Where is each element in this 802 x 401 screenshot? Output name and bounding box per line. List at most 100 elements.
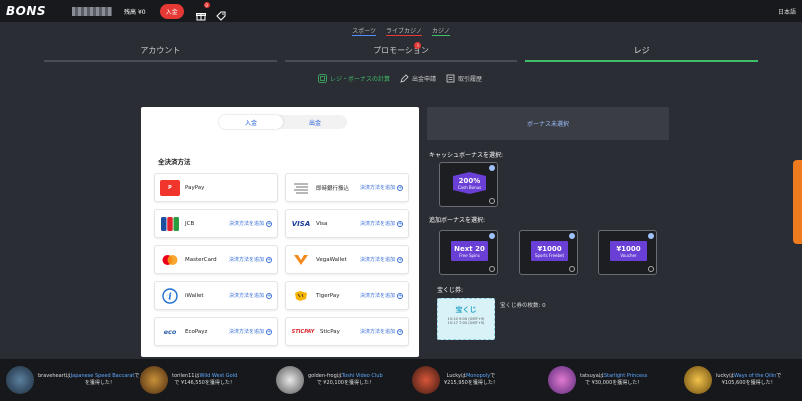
game-thumbnail (276, 366, 304, 394)
cash-bonus-card[interactable]: 200% Cash Bonus (439, 162, 498, 207)
plus-circle-icon: + (266, 220, 272, 227)
bonus-not-selected-bar[interactable]: ボーナス未選択 (427, 107, 669, 140)
add-method-label: 決済方法を追加 (228, 257, 264, 263)
add-method-label: 決済方法を追加 (228, 293, 264, 299)
logo[interactable]: BONS (6, 4, 46, 18)
bonus-type: Voucher (620, 252, 637, 258)
select-radio[interactable] (489, 266, 495, 272)
ticker-item[interactable]: LuckyはMonopolyで ¥215,950を獲得した！ (412, 359, 498, 401)
balance-value: ¥0 (137, 8, 146, 16)
bonus-amount: Next 20 (454, 244, 485, 253)
language-selector[interactable]: 日本語 (778, 7, 796, 16)
ticker-text: luckyはWays of the Qilinで ¥105,600を獲得した！ (716, 373, 782, 386)
tab-promotion[interactable]: プロモーション 0 (284, 40, 518, 62)
add-method-link[interactable]: 決済方法を追加 + (360, 328, 403, 335)
subtab-history[interactable]: 取引履歴 (446, 74, 482, 83)
add-method-link[interactable]: 決済方法を追加 + (229, 256, 272, 263)
select-radio[interactable] (569, 266, 575, 272)
method-name: TigerPay (316, 292, 340, 299)
add-method-link[interactable]: 決済方法を追加 + (229, 220, 272, 227)
payment-methods-grid: P PayPay 即時銀行振込 決済方法を追加 + JCB 決済方法を追加 + VI… (154, 173, 409, 346)
balance-label: 残高 (124, 8, 137, 16)
jcb-logo (160, 216, 180, 232)
iwallet-logo: i (160, 287, 180, 304)
bonus-type: Free Spins (459, 252, 480, 258)
tab-promotion-label: プロモーション (373, 46, 429, 55)
info-icon[interactable] (569, 233, 575, 239)
ticker-item[interactable]: luckyはWays of the Qilinで ¥105,600を獲得した！ (684, 359, 781, 401)
tag-icon[interactable] (215, 6, 226, 21)
bonus-type: Cash Bonus (457, 184, 482, 190)
method-vegawallet[interactable]: VegaWallet 決済方法を追加 + (285, 245, 409, 274)
method-jcb[interactable]: JCB 決済方法を追加 + (154, 209, 278, 238)
method-sticpay[interactable]: STICPAY SticPay 決済方法を追加 + (285, 317, 409, 346)
all-methods-heading: 全決済方法 (158, 158, 191, 166)
ticker-item[interactable]: braveheartはJapanese Speed Baccaratで ¥38,… (6, 359, 162, 401)
method-bank-transfer[interactable]: 即時銀行振込 決済方法を追加 + (285, 173, 409, 202)
plus-circle-icon: + (397, 220, 403, 227)
game-thumbnail (6, 366, 34, 394)
nav-casino[interactable]: カジノ (431, 26, 450, 36)
method-mastercard[interactable]: MasterCard 決済方法を追加 + (154, 245, 278, 274)
ticket-count-value: 0 (542, 303, 546, 309)
add-method-label: 決済方法を追加 (359, 329, 395, 335)
gift-badge: 0 (203, 2, 210, 8)
deposit-button[interactable]: 入金 (159, 3, 184, 19)
method-name: Visa (316, 220, 328, 227)
method-name: PayPay (185, 184, 205, 191)
sticpay-logo: STICPAY (291, 328, 315, 335)
bonus-amount: ¥1000 (537, 244, 562, 253)
bonus-amount: 200% (458, 176, 481, 185)
balance: 残高 ¥0 (124, 7, 146, 16)
method-tigerpay[interactable]: TigerPay 決済方法を追加 + (285, 281, 409, 310)
cash-bonus-label: キャッシュボーナスを選択: (429, 152, 504, 159)
add-method-link[interactable]: 決済方法を追加 + (229, 328, 272, 335)
plus-circle-icon: + (266, 292, 272, 299)
info-icon[interactable] (489, 233, 495, 239)
select-radio[interactable] (648, 266, 654, 272)
subtab-withdraw-label: 出金申請 (412, 76, 437, 83)
add-method-link[interactable]: 決済方法を追加 + (360, 220, 403, 227)
add-method-label: 決済方法を追加 (359, 293, 395, 299)
nav-sports[interactable]: スポーツ (352, 26, 377, 36)
method-visa[interactable]: VISA Visa 決済方法を追加 + (285, 209, 409, 238)
ticker-item[interactable]: torilen11はWild West Gold で ¥146,550を獲得した！ (140, 359, 237, 401)
plus-circle-icon: + (266, 256, 272, 263)
tigerpay-logo (291, 288, 311, 304)
game-thumbnail (412, 366, 440, 394)
main-tabs: アカウント プロモーション 0 レジ (40, 40, 762, 62)
add-method-link[interactable]: 決済方法を追加 + (360, 184, 403, 191)
nav-live-casino[interactable]: ライブカジノ (386, 26, 422, 36)
add-method-label: 決済方法を追加 (228, 329, 264, 335)
extra-bonus-card-sports-freebet[interactable]: ¥1000 Sports Freebet (519, 230, 578, 275)
add-method-link[interactable]: 決済方法を追加 + (360, 256, 403, 263)
ticket-count-label: 宝くじ券の枚数: (500, 303, 541, 309)
add-method-label: 決済方法を追加 (359, 185, 395, 191)
toggle-withdraw[interactable]: 出金 (283, 115, 347, 129)
add-method-link[interactable]: 決済方法を追加 + (229, 292, 272, 299)
extra-bonus-card-voucher[interactable]: ¥1000 Voucher (598, 230, 657, 275)
subtab-deposit-bonus[interactable]: レジ・ボーナスの計算 (318, 74, 390, 83)
ticker-item[interactable]: tatsuyaはStarlight Princess で ¥30,000を獲得した… (548, 359, 647, 401)
info-icon[interactable] (648, 233, 654, 239)
tab-cashier[interactable]: レジ (525, 40, 759, 62)
info-icon[interactable] (489, 165, 495, 171)
add-method-link[interactable]: 決済方法を追加 + (360, 292, 403, 299)
method-paypay[interactable]: P PayPay (154, 173, 278, 202)
ecopayz-logo: eco (163, 327, 177, 336)
tab-account[interactable]: アカウント (44, 40, 277, 62)
extra-bonus-card-free-spins[interactable]: Next 20 Free Spins (439, 230, 498, 275)
method-name: SticPay (320, 328, 340, 335)
toggle-deposit[interactable]: 入金 (219, 115, 283, 129)
deposit-withdraw-toggle: 入金 出金 (219, 115, 347, 129)
top-bar: BONS 残高 ¥0 入金 0 日本語 (0, 0, 802, 22)
ticker-item[interactable]: golden-frogはToshi Video Club で ¥20,100を獲得… (276, 359, 383, 401)
gift-icon[interactable]: 0 (195, 2, 210, 21)
side-floating-tab[interactable] (793, 160, 802, 244)
add-method-label: 決済方法を追加 (359, 221, 395, 227)
method-iwallet[interactable]: i iWallet 決済方法を追加 + (154, 281, 278, 310)
subtab-withdraw[interactable]: 出金申請 (400, 74, 436, 83)
ticker-text: golden-frogはToshi Video Club で ¥20,100を獲得… (308, 373, 383, 386)
select-radio[interactable] (489, 198, 495, 204)
method-ecopayz[interactable]: eco EcoPayz 決済方法を追加 + (154, 317, 278, 346)
